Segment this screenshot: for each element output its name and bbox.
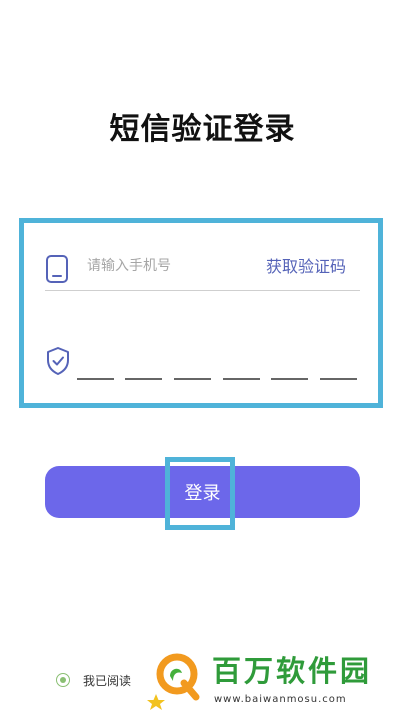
agreement-text: 我已阅读 (83, 673, 132, 688)
watermark: 百万软件园 www.baiwanmosu.com (140, 642, 405, 720)
code-slot[interactable] (174, 378, 211, 380)
agreement-radio[interactable] (56, 673, 70, 687)
get-code-button[interactable]: 获取验证码 (266, 253, 346, 277)
agreement-row: 我已阅读 (56, 668, 131, 692)
code-slot[interactable] (271, 378, 308, 380)
watermark-name: 百万软件园 (212, 654, 373, 688)
code-slot[interactable] (320, 378, 357, 380)
watermark-logo-icon (147, 653, 200, 710)
page-title: 短信验证登录 (109, 112, 296, 147)
shield-check-icon (47, 347, 69, 375)
code-slot[interactable] (125, 378, 162, 380)
code-row (45, 340, 360, 384)
code-slot[interactable] (77, 378, 114, 380)
phone-icon (46, 255, 68, 283)
phone-row: 获取验证码 (45, 244, 360, 291)
watermark-url: www.baiwanmosu.com (214, 694, 347, 705)
login-highlight-box (165, 457, 235, 530)
code-input[interactable] (77, 340, 358, 384)
phone-input[interactable] (87, 254, 247, 278)
code-slot[interactable] (223, 378, 260, 380)
